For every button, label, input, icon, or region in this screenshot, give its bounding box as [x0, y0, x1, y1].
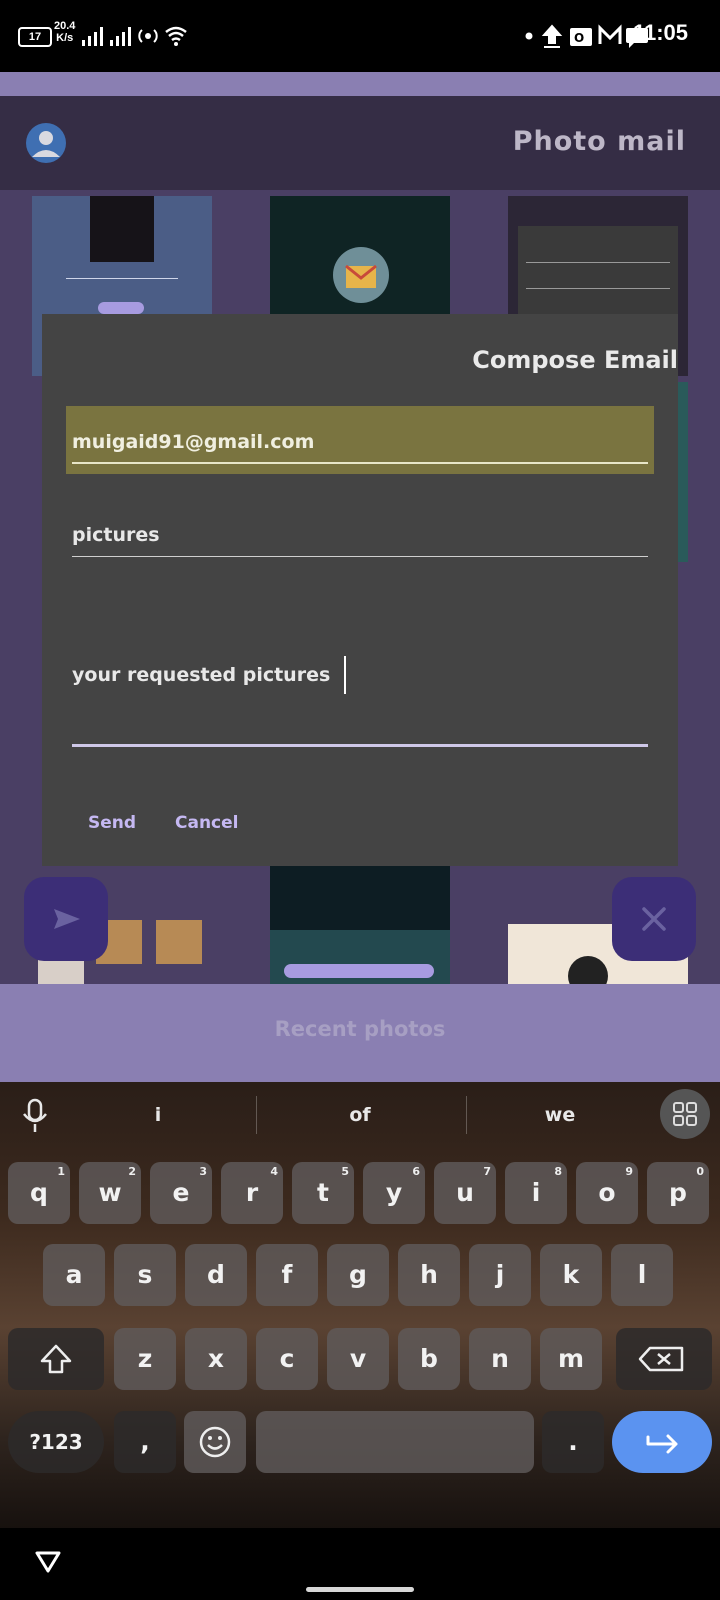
suggestion-divider — [256, 1096, 257, 1134]
key-i[interactable]: i8 — [505, 1162, 567, 1224]
app-title: Photo mail — [512, 126, 686, 157]
key-f[interactable]: f — [256, 1244, 318, 1306]
key-hint: 0 — [696, 1165, 704, 1178]
key-a[interactable]: a — [43, 1244, 105, 1306]
subject-underline — [72, 556, 648, 557]
close-fab[interactable] — [612, 877, 696, 961]
comma-key[interactable]: , — [114, 1411, 176, 1473]
key-hint: 2 — [128, 1165, 136, 1178]
message-body-underline — [72, 744, 648, 747]
key-w[interactable]: w2 — [79, 1162, 141, 1224]
key-u[interactable]: u7 — [434, 1162, 496, 1224]
key-hint: 5 — [341, 1165, 349, 1178]
battery-icon: 17 — [18, 27, 52, 47]
key-hint: 4 — [270, 1165, 278, 1178]
photo-thumbnail[interactable] — [270, 860, 450, 984]
keyboard-menu-button[interactable] — [660, 1089, 710, 1139]
net-speed-unit: K/s — [56, 32, 74, 44]
key-hint: 8 — [554, 1165, 562, 1178]
message-body-input[interactable]: your requested pictures — [72, 664, 330, 686]
key-b[interactable]: b — [398, 1328, 460, 1390]
key-hint: 6 — [412, 1165, 420, 1178]
cancel-button[interactable]: Cancel — [175, 813, 238, 833]
key-z[interactable]: z — [114, 1328, 176, 1390]
key-y[interactable]: y6 — [363, 1162, 425, 1224]
net-speed: 20.4 K/s — [54, 20, 75, 44]
notification-icons: O — [525, 24, 648, 48]
subject-input[interactable]: pictures — [72, 524, 160, 546]
key-label: r — [245, 1178, 259, 1207]
space-key[interactable] — [256, 1411, 534, 1473]
suggestion-divider — [466, 1096, 467, 1134]
symbols-key[interactable]: ?123 — [8, 1411, 104, 1473]
key-p[interactable]: p0 — [647, 1162, 709, 1224]
shift-icon — [40, 1344, 72, 1374]
key-c[interactable]: c — [256, 1328, 318, 1390]
to-email-input[interactable]: muigaid91@gmail.com — [72, 431, 314, 453]
microphone-icon[interactable] — [20, 1096, 50, 1136]
text-cursor — [344, 656, 346, 694]
key-r[interactable]: r4 — [221, 1162, 283, 1224]
key-t[interactable]: t5 — [292, 1162, 354, 1224]
enter-icon — [646, 1434, 678, 1454]
back-icon[interactable] — [34, 1550, 62, 1574]
key-label: q — [30, 1178, 48, 1207]
svg-text:O: O — [574, 31, 584, 45]
key-x[interactable]: x — [185, 1328, 247, 1390]
key-e[interactable]: e3 — [150, 1162, 212, 1224]
key-hint: 1 — [57, 1165, 65, 1178]
key-label: t — [317, 1178, 329, 1207]
backspace-key[interactable] — [616, 1328, 712, 1390]
enter-key[interactable] — [612, 1411, 712, 1473]
key-label: p — [669, 1178, 687, 1207]
dialog-title: Compose Email — [472, 346, 678, 374]
key-v[interactable]: v — [327, 1328, 389, 1390]
key-label: w — [98, 1178, 122, 1207]
key-label: u — [456, 1178, 474, 1207]
key-hint: 7 — [483, 1165, 491, 1178]
key-g[interactable]: g — [327, 1244, 389, 1306]
key-label: e — [172, 1178, 190, 1207]
backspace-icon — [638, 1346, 684, 1372]
recent-photos-label: Recent photos — [274, 1017, 446, 1041]
period-key[interactable]: . — [542, 1411, 604, 1473]
home-gesture-handle[interactable] — [306, 1587, 414, 1592]
key-o[interactable]: o9 — [576, 1162, 638, 1224]
key-m[interactable]: m — [540, 1328, 602, 1390]
suggestion-item[interactable]: we — [500, 1104, 620, 1126]
compose-email-dialog — [42, 314, 678, 866]
to-field-underline — [72, 462, 648, 464]
send-button[interactable]: Send — [88, 813, 136, 833]
suggestion-item[interactable]: i — [98, 1104, 218, 1126]
key-label: y — [385, 1178, 403, 1207]
send-icon — [54, 909, 80, 929]
key-j[interactable]: j — [469, 1244, 531, 1306]
clock: 11:05 — [632, 20, 688, 45]
grid-icon — [673, 1102, 697, 1126]
close-icon — [642, 907, 666, 931]
key-h[interactable]: h — [398, 1244, 460, 1306]
key-l[interactable]: l — [611, 1244, 673, 1306]
key-q[interactable]: q1 — [8, 1162, 70, 1224]
key-k[interactable]: k — [540, 1244, 602, 1306]
shift-key[interactable] — [8, 1328, 104, 1390]
key-label: o — [598, 1178, 616, 1207]
emoji-icon — [199, 1426, 231, 1458]
key-label: i — [531, 1178, 541, 1207]
suggestion-item[interactable]: of — [300, 1104, 420, 1126]
key-n[interactable]: n — [469, 1328, 531, 1390]
app-top-strip — [0, 72, 720, 96]
signal-icon — [82, 26, 187, 46]
user-icon — [32, 131, 60, 157]
mail-logo-icon — [333, 247, 389, 303]
profile-avatar[interactable] — [26, 123, 66, 163]
key-s[interactable]: s — [114, 1244, 176, 1306]
key-hint: 3 — [199, 1165, 207, 1178]
key-d[interactable]: d — [185, 1244, 247, 1306]
key-hint: 9 — [625, 1165, 633, 1178]
send-fab[interactable] — [24, 877, 108, 961]
net-speed-value: 20.4 — [54, 20, 76, 32]
emoji-key[interactable] — [184, 1411, 246, 1473]
